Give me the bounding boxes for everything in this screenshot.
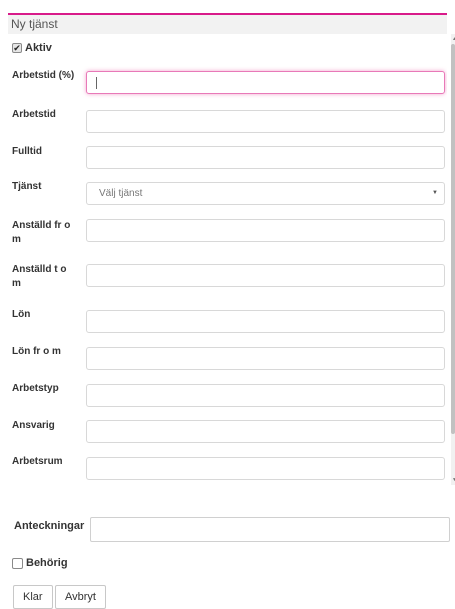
checkmark-icon: ✔ [13, 43, 21, 53]
label-arbetstid: Arbetstid [12, 109, 56, 120]
form-scrollbar[interactable] [451, 34, 455, 485]
label-arbetstid-procent: Arbetstid (%) [12, 70, 75, 81]
qualified-checkbox[interactable] [12, 557, 23, 569]
arbetsrum-input[interactable] [86, 457, 445, 480]
ansvarig-input[interactable] [86, 420, 445, 443]
arbetstid-input[interactable] [86, 110, 445, 133]
anstalld-tom-input[interactable] [86, 264, 445, 287]
chevron-down-icon: ▼ [432, 190, 438, 196]
label-fulltid: Fulltid [12, 146, 42, 157]
active-checkbox[interactable]: ✔ [12, 43, 22, 53]
text-caret [96, 77, 97, 89]
form-scroll-area[interactable]: ✔ Aktiv Arbetstid (%) Arbetstid Fulltid … [8, 34, 447, 485]
label-arbetsrum: Arbetsrum [12, 456, 63, 467]
fulltid-input[interactable] [86, 146, 445, 169]
label-ansvarig: Ansvarig [12, 420, 55, 431]
scrollbar-thumb[interactable] [451, 44, 455, 434]
label-arbetstyp: Arbetstyp [12, 383, 59, 394]
notes-label: Anteckningar [14, 520, 85, 532]
qualified-label: Behörig [26, 557, 68, 569]
label-anstalld-from: Anställd fr o m [12, 220, 71, 245]
active-label: Aktiv [25, 42, 52, 54]
arbetstid-procent-input[interactable] [86, 71, 445, 94]
tjanst-select[interactable]: Välj tjänst ▼ [86, 182, 445, 205]
arbetstyp-input[interactable] [86, 384, 445, 407]
label-lon: Lön [12, 309, 31, 320]
lon-input[interactable] [86, 310, 445, 333]
label-anstalld-tom: Anställd t o m [12, 264, 67, 289]
anstalld-from-input[interactable] [86, 219, 445, 242]
dialog-title: Ny tjänst [11, 17, 58, 31]
cancel-button[interactable]: Avbryt [55, 585, 106, 609]
notes-input[interactable] [90, 517, 450, 542]
label-lon-from: Lön fr o m [12, 346, 61, 357]
label-tjanst: Tjänst [12, 181, 42, 192]
dialog-titlebar: Ny tjänst [8, 15, 447, 34]
done-button[interactable]: Klar [13, 585, 53, 609]
lon-from-input[interactable] [86, 347, 445, 370]
tjanst-select-value: Välj tjänst [99, 188, 143, 199]
active-checkbox-row[interactable]: ✔ Aktiv [12, 42, 52, 54]
qualified-checkbox-row[interactable]: Behörig [12, 557, 68, 569]
